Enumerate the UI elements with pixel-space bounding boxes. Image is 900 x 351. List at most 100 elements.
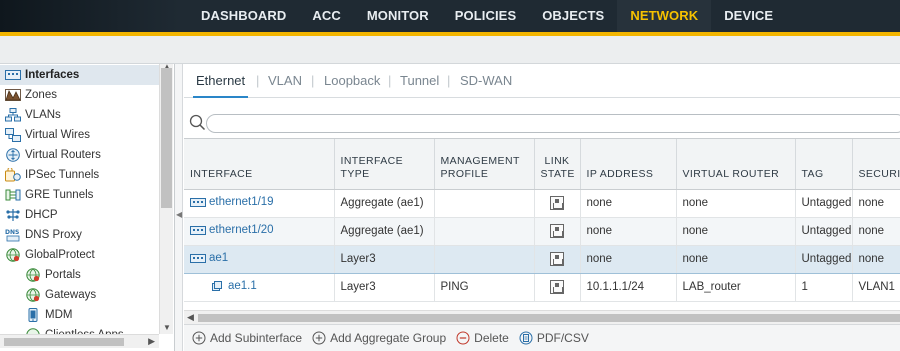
port-icon <box>190 253 206 263</box>
top-tab-objects[interactable]: OBJECTS <box>529 0 617 32</box>
sidebar-item-dns-proxy[interactable]: DNS DNS Proxy <box>0 225 160 245</box>
collapse-left-icon[interactable]: ◀ <box>176 210 182 219</box>
sidebar-horizontal-scroll-thumb[interactable] <box>4 338 124 346</box>
sidebar-item-label: Virtual Routers <box>25 149 101 161</box>
column-header-link-state[interactable]: LINK STATE <box>534 139 581 190</box>
top-tab-policies[interactable]: POLICIES <box>442 0 529 32</box>
cell-management-profile <box>434 189 535 218</box>
interface-name: ethernet1/20 <box>209 224 274 237</box>
top-tab-monitor[interactable]: MONITOR <box>354 0 442 32</box>
column-header-interface[interactable]: INTERFACE <box>184 139 335 190</box>
pdf-csv-button[interactable]: PDF/CSV <box>519 331 589 345</box>
scroll-right-arrow-icon[interactable]: ▶ <box>148 336 155 347</box>
tab-tunnel[interactable]: Tunnel <box>400 73 439 88</box>
pdf-csv-label: PDF/CSV <box>536 331 589 345</box>
cell-management-profile <box>434 217 535 246</box>
cell-tag: Untagged <box>795 244 853 274</box>
link-state-icon[interactable] <box>550 196 564 210</box>
column-header-interface-type[interactable]: INTERFACE TYPE <box>334 139 435 190</box>
top-tab-dashboard[interactable]: DASHBOARD <box>188 0 299 32</box>
interfaces-icon <box>5 68 21 82</box>
table-horizontal-scroll-thumb[interactable] <box>198 314 900 322</box>
add-aggregate-group-label: Add Aggregate Group <box>330 331 447 345</box>
sidebar-horizontal-scrollbar[interactable]: ▶ <box>0 334 159 348</box>
sub-toolbar <box>0 36 900 64</box>
mdm-icon <box>25 308 41 322</box>
tab-vlan[interactable]: VLAN <box>268 73 302 88</box>
interface-link[interactable]: ethernet1/20 <box>190 224 274 236</box>
search-input[interactable] <box>206 114 900 133</box>
cell-interface[interactable]: ae1 <box>184 244 335 274</box>
brand-area <box>0 0 180 32</box>
column-header-tag[interactable]: TAG <box>795 139 853 190</box>
interface-link[interactable]: ae1.1 <box>212 280 257 292</box>
interface-link[interactable]: ae1 <box>190 252 228 264</box>
search-icon[interactable] <box>188 113 208 133</box>
table-row[interactable]: ae1.1 Layer3 PING 10.1.1.1/24 LAB_router… <box>184 273 900 302</box>
sidebar-item-label: Interfaces <box>25 69 80 81</box>
top-tab-device[interactable]: DEVICE <box>711 0 786 32</box>
vlans-icon <box>5 108 21 122</box>
sidebar-item-ipsec-tunnels[interactable]: IPSec Tunnels <box>0 165 160 185</box>
dns-proxy-icon: DNS <box>5 228 21 242</box>
top-tab-network[interactable]: NETWORK <box>617 0 712 32</box>
export-icon <box>519 331 533 345</box>
add-subinterface-button[interactable]: Add Subinterface <box>192 331 302 345</box>
column-header-security-zone[interactable]: SECURI <box>852 139 900 190</box>
cell-tag: 1 <box>795 273 853 302</box>
sidebar-vertical-scrollbar[interactable]: ▲ ▼ <box>159 64 173 334</box>
delete-button[interactable]: Delete <box>456 331 509 345</box>
link-state-icon[interactable] <box>550 280 564 294</box>
link-state-icon[interactable] <box>550 224 564 238</box>
column-header-ip-address[interactable]: IP ADDRESS <box>580 139 677 190</box>
cell-link-state[interactable] <box>534 189 581 218</box>
sidebar-item-zones[interactable]: Zones <box>0 85 160 105</box>
column-header-virtual-router[interactable]: VIRTUAL ROUTER <box>676 139 796 190</box>
tab-loopback[interactable]: Loopback <box>324 73 380 88</box>
link-state-icon[interactable] <box>550 252 564 266</box>
sidebar-item-interfaces[interactable]: Interfaces <box>0 65 160 85</box>
sidebar-item-gateways[interactable]: Gateways <box>0 285 160 305</box>
sidebar-item-gre-tunnels[interactable]: GRE Tunnels <box>0 185 160 205</box>
sidebar-vertical-scroll-thumb[interactable] <box>161 68 172 208</box>
table-row[interactable]: ethernet1/19 Aggregate (ae1) none none U… <box>184 189 900 218</box>
sidebar-item-label: IPSec Tunnels <box>25 169 100 181</box>
cell-interface-type: Layer3 <box>334 244 435 274</box>
cell-link-state[interactable] <box>534 217 581 246</box>
sidebar-item-label: GlobalProtect <box>25 249 95 261</box>
sidebar-item-virtual-wires[interactable]: Virtual Wires <box>0 125 160 145</box>
sidebar-item-portals[interactable]: Portals <box>0 265 160 285</box>
cell-link-state[interactable] <box>534 244 581 274</box>
table-horizontal-scrollbar[interactable]: ◀ <box>184 310 900 324</box>
virtual-routers-icon <box>5 148 21 162</box>
sidebar-item-globalprotect[interactable]: GlobalProtect <box>0 245 160 265</box>
tab-ethernet[interactable]: Ethernet <box>192 73 249 98</box>
panel-splitter[interactable]: ◀ <box>175 64 183 351</box>
sidebar-item-dhcp[interactable]: DHCP <box>0 205 160 225</box>
cell-link-state[interactable] <box>534 273 581 302</box>
top-tab-acc[interactable]: ACC <box>299 0 353 32</box>
cell-interface[interactable]: ethernet1/20 <box>184 217 335 246</box>
cell-ip-address: none <box>580 189 677 218</box>
add-subinterface-label: Add Subinterface <box>210 331 303 345</box>
table-row[interactable]: ethernet1/20 Aggregate (ae1) none none U… <box>184 217 900 246</box>
interface-name: ae1.1 <box>228 280 257 292</box>
cell-security-zone: none <box>852 189 900 218</box>
cell-interface[interactable]: ae1.1 <box>184 273 335 302</box>
sidebar-item-mdm[interactable]: MDM <box>0 305 160 325</box>
scroll-down-arrow-icon[interactable]: ▼ <box>163 323 171 332</box>
scroll-left-arrow-icon[interactable]: ◀ <box>187 312 194 323</box>
interface-link[interactable]: ethernet1/19 <box>190 196 274 208</box>
cell-ip-address: 10.1.1.1/24 <box>580 273 677 302</box>
cell-interface-type: Aggregate (ae1) <box>334 189 435 218</box>
cell-security-zone: none <box>852 217 900 246</box>
top-nav-tabs: DASHBOARD ACC MONITOR POLICIES OBJECTS N… <box>188 0 786 32</box>
cell-interface[interactable]: ethernet1/19 <box>184 189 335 218</box>
sidebar-item-virtual-routers[interactable]: Virtual Routers <box>0 145 160 165</box>
column-header-management-profile[interactable]: MANAGEMENT PROFILE <box>434 139 535 190</box>
interface-name: ae1 <box>209 252 229 265</box>
tab-sd-wan[interactable]: SD-WAN <box>460 73 512 88</box>
add-aggregate-group-button[interactable]: Add Aggregate Group <box>312 331 446 345</box>
sidebar-item-vlans[interactable]: VLANs <box>0 105 160 125</box>
table-row[interactable]: ae1 Layer3 none none Untagged none <box>184 244 900 274</box>
